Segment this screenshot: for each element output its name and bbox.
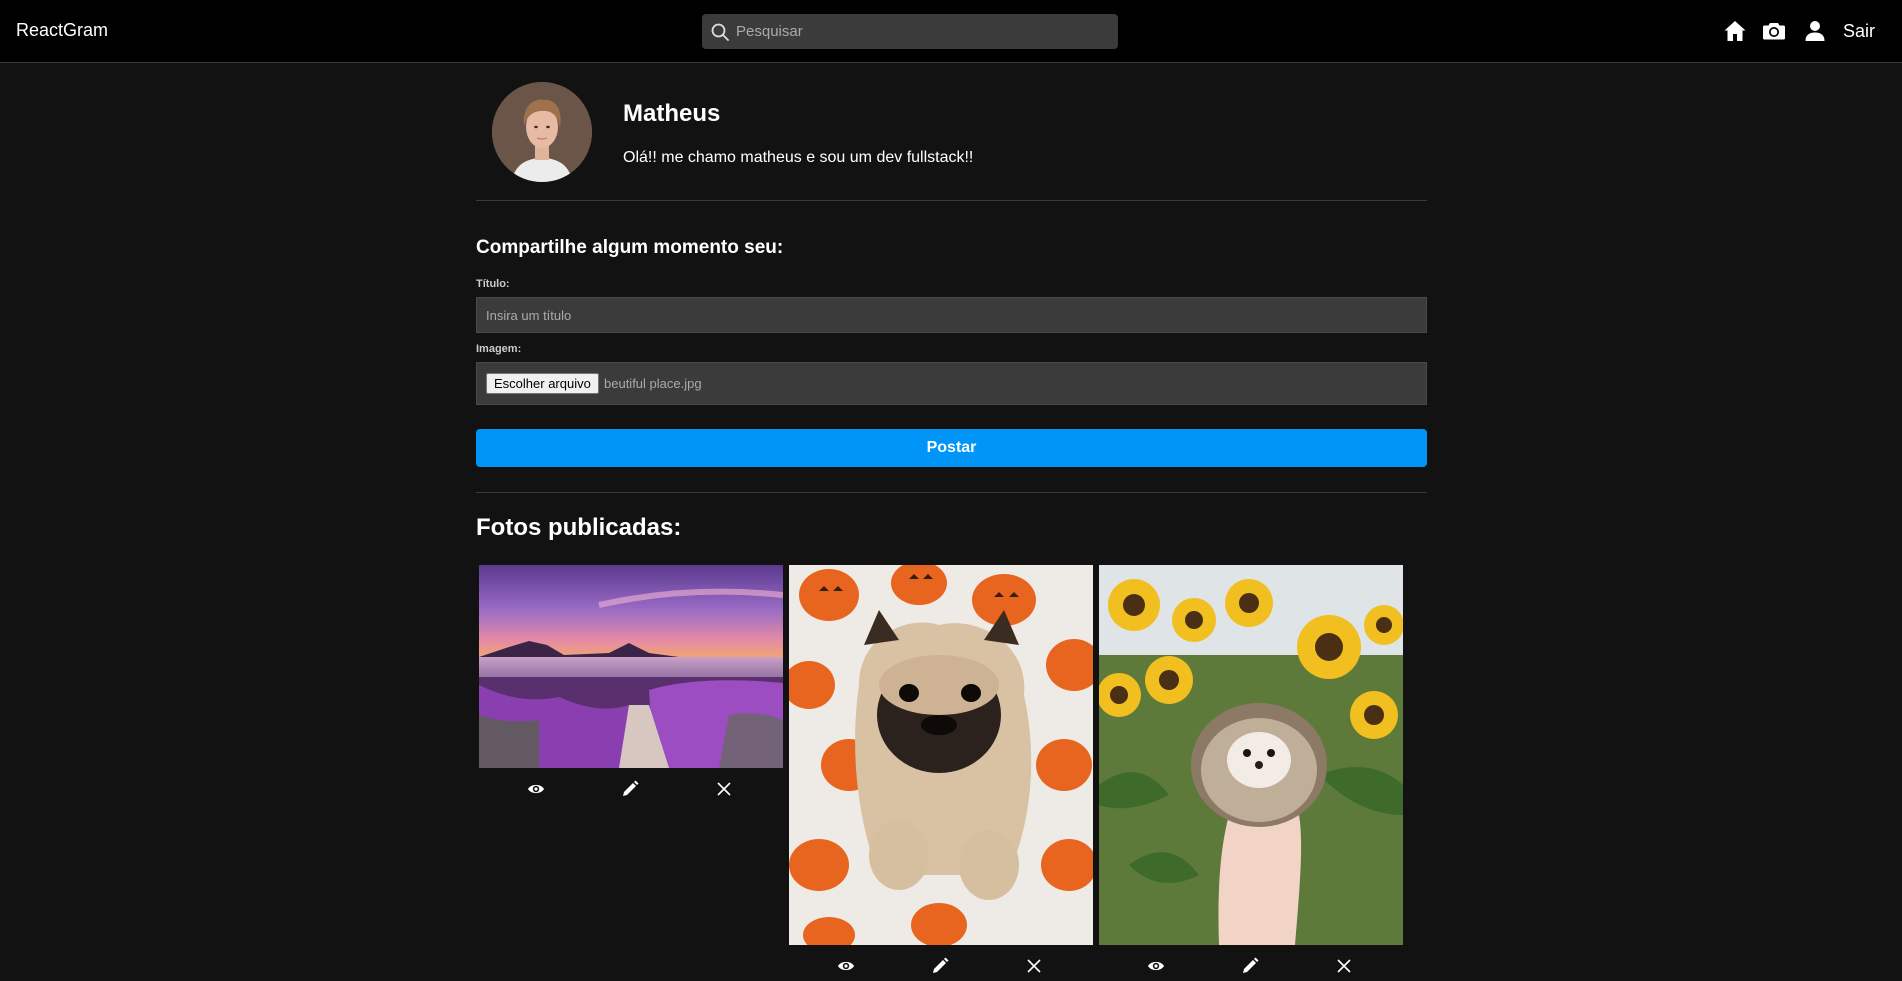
avatar: [492, 82, 592, 182]
home-icon[interactable]: [1723, 19, 1747, 43]
published-photos-heading: Fotos publicadas:: [476, 514, 682, 541]
user-icon[interactable]: [1803, 19, 1827, 43]
close-icon[interactable]: [1335, 957, 1353, 975]
photo-lake-sunset: [479, 565, 783, 768]
new-post-title: Compartilhe algum momento seu:: [476, 237, 784, 258]
photo-pug: [789, 565, 1093, 945]
profile-bio: Olá!! me chamo matheus e sou um dev full…: [623, 149, 974, 166]
choose-file-button[interactable]: Escolher arquivo: [486, 373, 599, 394]
pencil-icon[interactable]: [1241, 957, 1259, 975]
divider: [476, 200, 1427, 201]
title-label: Título:: [476, 278, 510, 290]
logout-link[interactable]: Sair: [1843, 21, 1875, 42]
navbar: ReactGram Sair: [0, 0, 1902, 63]
eye-icon[interactable]: [527, 780, 545, 798]
eye-icon[interactable]: [837, 957, 855, 975]
selected-file-name: beutiful place.jpg: [604, 376, 702, 391]
divider: [476, 492, 1427, 493]
photo-actions: [789, 957, 1093, 981]
profile-name: Matheus: [623, 100, 721, 127]
search-bar: [702, 14, 1118, 49]
eye-icon[interactable]: [1147, 957, 1165, 975]
photo-hedgehog: [1099, 565, 1403, 945]
brand-logo[interactable]: ReactGram: [16, 20, 108, 41]
close-icon[interactable]: [1025, 957, 1043, 975]
search-input[interactable]: [736, 14, 1106, 49]
pencil-icon[interactable]: [621, 780, 639, 798]
image-file-field: Escolher arquivo beutiful place.jpg: [476, 362, 1427, 405]
search-icon: [711, 23, 729, 41]
camera-icon[interactable]: [1762, 19, 1786, 43]
pencil-icon[interactable]: [931, 957, 949, 975]
image-label: Imagem:: [476, 343, 522, 355]
photo-actions: [1099, 957, 1403, 981]
close-icon[interactable]: [715, 780, 733, 798]
post-button[interactable]: Postar: [476, 429, 1427, 467]
photo-actions: [479, 780, 783, 804]
title-input[interactable]: [476, 297, 1427, 333]
